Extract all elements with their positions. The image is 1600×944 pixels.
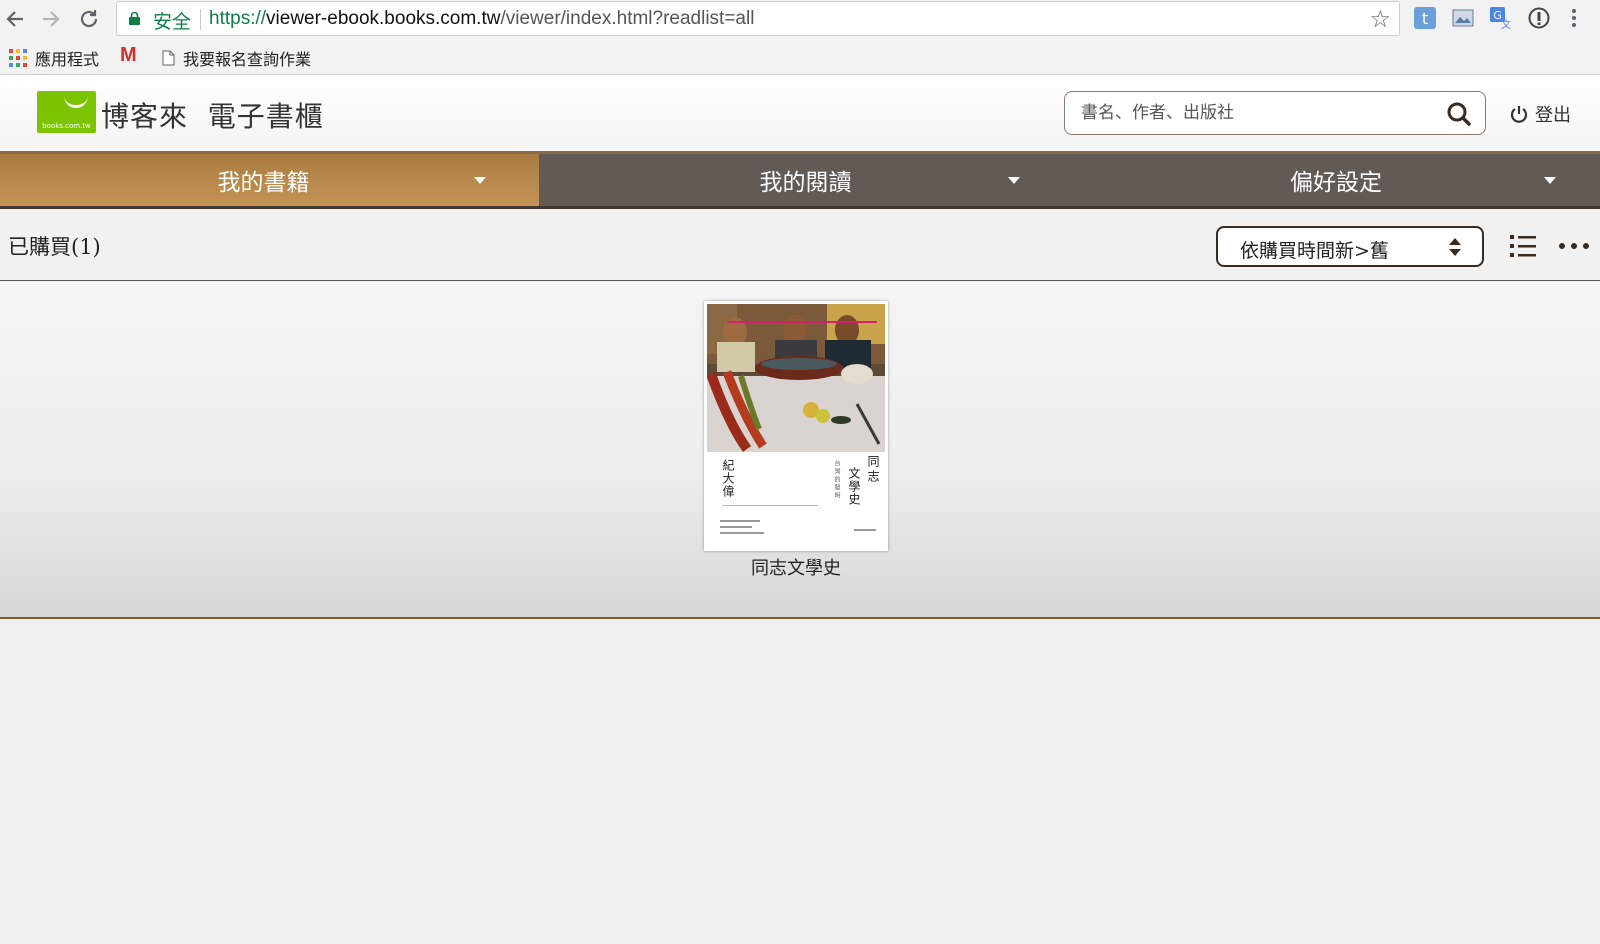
bookmark-gmail[interactable]: M xyxy=(120,44,137,67)
browser-toolbar: 安全 https://viewer-ebook.books.com.tw/vie… xyxy=(0,0,1600,38)
book-title[interactable]: 同志文學史 xyxy=(704,554,888,580)
site-title: 博客來 電子書櫃 xyxy=(101,100,324,133)
cover-title-1: 同志 xyxy=(866,455,880,485)
books-logo[interactable]: books.com.tw xyxy=(37,91,96,133)
bookmark-apps[interactable]: 應用程式 xyxy=(9,46,99,70)
sort-value: 依購買時間新>舊 xyxy=(1240,240,1389,262)
tab-my-reading[interactable]: 我的閱讀 xyxy=(539,154,1072,206)
back-arrow-icon[interactable] xyxy=(2,6,28,32)
bookmarks-bar: 應用程式 M 我要報名查詢作業 xyxy=(0,38,1600,75)
search-box xyxy=(1064,91,1486,135)
tab-my-reading-label: 我的閱讀 xyxy=(759,170,852,196)
chevron-down-icon xyxy=(474,177,486,184)
site-header: books.com.tw 博客來 電子書櫃 登出 xyxy=(0,75,1600,151)
translate-extension-icon[interactable]: G文 xyxy=(1489,6,1513,30)
bookmark-query[interactable]: 我要報名查詢作業 xyxy=(162,46,311,70)
book-shelf: 同志 文學史 台灣的發明 紀大偉 同志文學史 xyxy=(0,282,1600,619)
page-icon xyxy=(162,50,175,66)
reload-icon[interactable] xyxy=(76,6,102,32)
browser-menu-icon[interactable] xyxy=(1568,6,1580,30)
tab-my-books[interactable]: 我的書籍 xyxy=(0,154,539,206)
cover-fineprint-3 xyxy=(720,532,764,534)
url-scheme: https:// xyxy=(209,8,267,29)
logout-label: 登出 xyxy=(1535,105,1571,126)
sort-select[interactable]: 依購買時間新>舊 xyxy=(1216,226,1484,267)
tab-preferences[interactable]: 偏好設定 xyxy=(1072,154,1600,206)
list-view-icon[interactable] xyxy=(1508,231,1538,261)
image-extension-icon[interactable] xyxy=(1451,6,1475,30)
power-icon xyxy=(1510,106,1528,123)
bookmark-query-label: 我要報名查詢作業 xyxy=(183,50,312,69)
tab-preferences-label: 偏好設定 xyxy=(1290,170,1382,196)
tab-my-books-label: 我的書籍 xyxy=(217,170,310,196)
cover-fineprint-1 xyxy=(720,520,760,522)
shelf-toolbar: 已購買(1) 依購買時間新>舊 xyxy=(0,209,1600,281)
info-extension-icon[interactable] xyxy=(1527,6,1551,30)
svg-text:文: 文 xyxy=(1501,18,1511,30)
purchased-count: 已購買(1) xyxy=(8,235,101,259)
url-path: /viewer/index.html?readlist=all xyxy=(500,8,755,29)
url-host: viewer-ebook.books.com.tw xyxy=(266,8,501,29)
cover-author: 紀大偉 xyxy=(721,459,735,498)
url-text[interactable]: https://viewer-ebook.books.com.tw/viewer… xyxy=(209,8,754,30)
cover-painting xyxy=(707,304,885,452)
cover-subtitle: 台灣的發明 xyxy=(833,460,840,500)
bookmark-star-icon[interactable]: ☆ xyxy=(1369,5,1391,33)
sort-arrows-icon xyxy=(1449,238,1461,256)
cover-publisher-mark xyxy=(854,529,876,531)
lock-icon xyxy=(129,12,140,25)
search-icon[interactable] xyxy=(1446,101,1472,127)
apps-grid-icon xyxy=(9,49,27,67)
secure-label: 安全 xyxy=(153,11,192,33)
tumblr-extension-icon[interactable]: t xyxy=(1413,6,1437,30)
forward-arrow-icon[interactable] xyxy=(38,6,64,32)
cover-fineprint-2 xyxy=(720,526,752,528)
cover-rule xyxy=(722,505,818,506)
search-input[interactable] xyxy=(1081,103,1421,123)
logout-button[interactable]: 登出 xyxy=(1509,101,1571,127)
gmail-icon: M xyxy=(120,44,137,66)
omnibox-divider xyxy=(200,9,201,30)
cover-title-2: 文學史 xyxy=(847,467,861,506)
logo-text: books.com.tw xyxy=(42,122,91,130)
more-options-icon[interactable] xyxy=(1558,242,1590,250)
book-cover[interactable]: 同志 文學史 台灣的發明 紀大偉 xyxy=(704,301,888,551)
chevron-down-icon xyxy=(1008,177,1020,184)
chevron-down-icon xyxy=(1544,177,1556,184)
svg-text:t: t xyxy=(1422,9,1428,28)
main-nav: 我的書籍 我的閱讀 偏好設定 xyxy=(0,151,1600,209)
address-bar[interactable]: 安全 https://viewer-ebook.books.com.tw/vie… xyxy=(116,1,1400,36)
bookmark-apps-label: 應用程式 xyxy=(35,50,100,69)
logo-smile xyxy=(64,94,88,108)
